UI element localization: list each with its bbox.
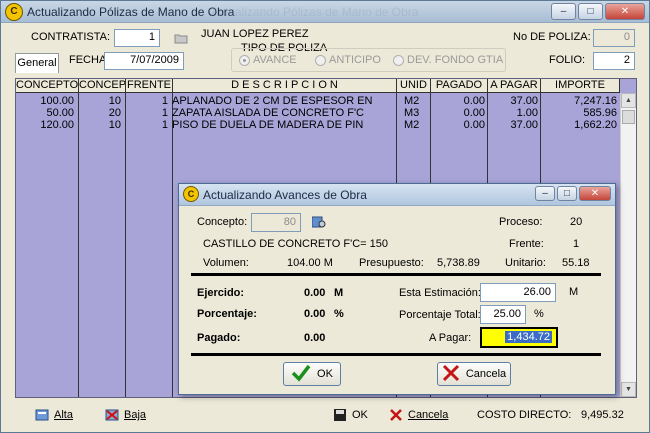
bottom-toolbar: Alta Baja OK Cancela COSTO DIRECTO: 9,49… — [1, 401, 649, 432]
costo-directo-value: 9,495.32 — [581, 409, 624, 421]
col-unid[interactable]: UNID — [397, 79, 431, 93]
dialog-logo-icon: C — [183, 186, 199, 202]
porcentaje-total-unit: % — [534, 308, 544, 320]
green-check-icon — [291, 364, 311, 385]
radio-anticipo[interactable]: ANTICIPO — [315, 54, 381, 66]
pagado-label: Pagado: — [197, 332, 241, 344]
ejercido-value: 0.00 — [304, 287, 326, 299]
folio-label: FOLIO: — [549, 54, 586, 66]
close-button[interactable]: ✕ — [605, 3, 645, 20]
col-frente[interactable]: FRENTE — [126, 79, 173, 93]
radio-dot-icon — [239, 54, 250, 66]
add-record-icon — [35, 409, 49, 421]
contratista-label: CONTRATISTA: — [31, 31, 111, 43]
cancel-main-button[interactable]: Cancela — [389, 409, 448, 421]
dialog-minimize-button[interactable]: – — [535, 186, 555, 201]
avances-dialog: C Actualizando Avances de Obra – □ ✕ Con… — [178, 183, 616, 395]
concepto-label: Concepto: — [197, 216, 248, 228]
scroll-thumb[interactable] — [622, 110, 635, 124]
delete-record-icon — [105, 409, 119, 421]
tab-general[interactable]: General — [15, 53, 59, 73]
estimacion-label: Esta Estimación: — [399, 287, 481, 299]
table-header: CONCEPTO CONCEP FRENTE D E S C R I P C I… — [16, 79, 620, 93]
volumen-label: Volumen: — [203, 257, 249, 269]
ejercido-unit: M — [334, 287, 344, 299]
app-logo-icon: C — [5, 3, 23, 21]
poliza-field[interactable]: 0 — [593, 29, 635, 47]
volumen-value: 104.00 M — [287, 257, 333, 269]
estimacion-field[interactable]: 26.00 — [480, 283, 556, 302]
col-apagar[interactable]: A PAGAR — [488, 79, 541, 93]
costo-directo-label: COSTO DIRECTO: — [477, 409, 572, 421]
apagar-field[interactable]: 1,434.72 — [480, 327, 558, 348]
red-x-icon — [442, 364, 460, 385]
estimacion-unit: M — [569, 286, 579, 298]
unitario-value: 55.18 — [562, 257, 590, 269]
table-row[interactable]: 120.00 10 1 PISO DE DUELA DE MADERA DE P… — [16, 119, 619, 132]
alta-button[interactable]: Alta — [35, 409, 73, 421]
frente-label: Frente: — [509, 238, 544, 250]
divider-top — [191, 273, 601, 276]
scroll-up-icon[interactable]: ▲ — [621, 93, 636, 108]
dialog-cancel-button[interactable]: Cancela — [437, 362, 511, 386]
folio-field[interactable]: 2 — [593, 52, 635, 70]
folder-icon[interactable] — [174, 32, 188, 45]
window-title: Actualizando Pólizas de Mano de Obra — [27, 5, 235, 19]
minimize-button[interactable]: – — [551, 3, 576, 20]
apagar-value: 1,434.72 — [505, 331, 552, 343]
radio-dev-fondo[interactable]: DEV. FONDO GTIA — [393, 54, 503, 66]
dialog-ok-button[interactable]: OK — [283, 362, 341, 386]
radio-dot-icon — [315, 54, 326, 66]
concepto-field[interactable]: 80 — [251, 213, 301, 232]
maximize-button[interactable]: □ — [578, 3, 603, 20]
porcentaje-total-field[interactable]: 25.00 — [480, 305, 526, 324]
presupuesto-value: 5,738.89 — [437, 257, 480, 269]
ejercido-label: Ejercido: — [197, 287, 245, 299]
porcentaje-total-label: Porcentaje Total: — [399, 309, 481, 321]
porcentaje-label: Porcentaje: — [197, 308, 257, 320]
col-descripcion[interactable]: D E S C R I P C I O N — [173, 79, 397, 93]
concepto-descripcion: CASTILLO DE CONCRETO F'C= 150 — [203, 238, 388, 250]
col-concep[interactable]: CONCEP — [79, 79, 126, 93]
floppy-disk-icon — [333, 409, 347, 421]
dialog-title-bar[interactable]: C Actualizando Avances de Obra – □ ✕ — [179, 184, 615, 206]
table-scrollbar[interactable]: ▲ ▼ — [620, 93, 636, 397]
radio-dot-icon — [393, 54, 404, 66]
col-pagado[interactable]: PAGADO — [431, 79, 488, 93]
dialog-title: Actualizando Avances de Obra — [203, 188, 367, 202]
col-concepto[interactable]: CONCEPTO — [16, 79, 79, 93]
contratista-name: JUAN LOPEZ PEREZ — [201, 28, 309, 40]
proceso-label: Proceso: — [499, 216, 543, 228]
search-grid-icon[interactable] — [311, 216, 326, 229]
baja-button[interactable]: Baja — [105, 409, 146, 421]
frente-value: 1 — [573, 238, 580, 250]
poliza-label: No DE POLIZA: — [513, 31, 591, 43]
pagado-value: 0.00 — [304, 332, 326, 344]
porcentaje-unit: % — [334, 308, 344, 320]
radio-avance[interactable]: AVANCE — [239, 54, 297, 66]
contratista-field[interactable]: 1 — [114, 29, 160, 47]
save-ok-button[interactable]: OK — [333, 409, 368, 421]
dialog-close-button[interactable]: ✕ — [579, 186, 611, 201]
divider-bottom — [191, 353, 601, 356]
proceso-value: 20 — [570, 216, 583, 228]
porcentaje-value: 0.00 — [304, 308, 326, 320]
red-x-icon — [389, 409, 403, 421]
unitario-label: Unitario: — [505, 257, 546, 269]
presupuesto-label: Presupuesto: — [359, 257, 424, 269]
dialog-maximize-button[interactable]: □ — [557, 186, 577, 201]
fecha-field[interactable]: 7/07/2009 — [104, 52, 184, 70]
title-bar[interactable]: C Actualizando Pólizas de Mano de Obra A… — [1, 1, 649, 23]
col-importe[interactable]: IMPORTE — [541, 79, 620, 93]
scroll-down-icon[interactable]: ▼ — [621, 382, 636, 397]
apagar-label: A Pagar: — [429, 332, 472, 344]
window-title-ghost: Actualizando Pólizas de Mano de Obra — [211, 5, 419, 19]
